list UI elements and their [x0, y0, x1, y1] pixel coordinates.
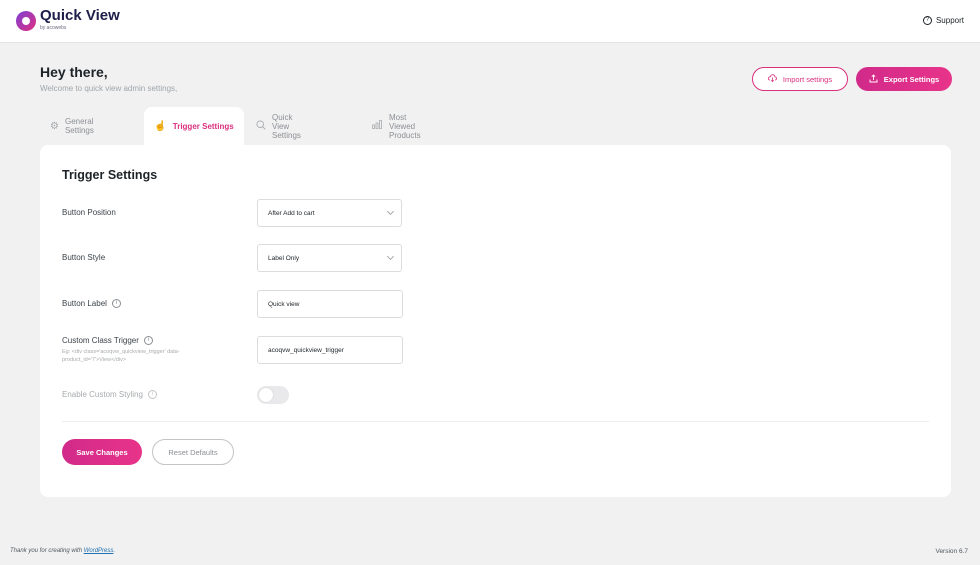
- info-icon[interactable]: i: [147, 390, 157, 399]
- reset-defaults-button[interactable]: Reset Defaults: [152, 439, 234, 465]
- custom-class-trigger-label-text: Custom Class Trigger: [62, 336, 139, 345]
- search-icon: [256, 119, 266, 133]
- tab-trigger-settings[interactable]: ☝ Trigger Settings: [144, 107, 244, 145]
- export-settings-label: Export Settings: [883, 74, 940, 84]
- toggle-knob: [259, 388, 273, 402]
- quick-view-logo-icon: [16, 11, 36, 31]
- bar-chart-icon: [372, 120, 383, 132]
- brand-title: Quick View: [40, 7, 120, 24]
- tab-quick-view-settings[interactable]: Quick View Settings: [256, 107, 301, 145]
- wordpress-link[interactable]: WordPress: [84, 548, 114, 554]
- tab-label: General Settings: [64, 117, 94, 135]
- button-style-label-text: Button Style: [62, 253, 106, 262]
- button-position-label-text: Button Position: [62, 208, 116, 217]
- tab-label: Quick View Settings: [272, 112, 301, 140]
- tab-label: Most Viewed Products: [389, 112, 421, 140]
- page-greeting: Hey there,: [40, 64, 108, 80]
- question-circle-icon: ?: [922, 16, 932, 25]
- footer-credit-prefix: Thank you for creating with: [10, 548, 84, 554]
- cloud-download-icon: [767, 74, 777, 84]
- button-label-label-text: Button Label: [62, 299, 107, 308]
- import-settings-label: Import settings: [782, 74, 833, 84]
- custom-class-trigger-hint: Eg: <div class='acoqvw_quickview_trigger…: [62, 349, 180, 363]
- divider: [62, 421, 929, 422]
- chevron-down-icon: [386, 207, 395, 216]
- chevron-down-icon: [386, 252, 395, 261]
- export-settings-button[interactable]: Export Settings: [856, 67, 952, 91]
- footer-credit: Thank you for creating with WordPress.: [10, 548, 115, 554]
- button-position-value: After Add to cart: [268, 209, 315, 217]
- button-label-value: Quick view: [268, 300, 300, 308]
- page-subtitle: Welcome to quick view admin settings,: [40, 84, 178, 93]
- info-icon[interactable]: i: [111, 299, 121, 308]
- trigger-settings-panel: Trigger Settings Button Position After A…: [40, 145, 951, 497]
- custom-class-trigger-input[interactable]: acoqvw_quickview_trigger: [257, 336, 403, 364]
- button-style-value: Label Only: [268, 254, 300, 262]
- custom-class-trigger-value: acoqvw_quickview_trigger: [268, 346, 344, 354]
- button-label-label: Button Label i: [62, 299, 121, 308]
- tab-general-settings[interactable]: ⚙ General Settings: [50, 107, 94, 145]
- button-style-select[interactable]: Label Only: [257, 244, 402, 272]
- button-position-select[interactable]: After Add to cart: [257, 199, 402, 227]
- enable-custom-styling-toggle[interactable]: [257, 386, 289, 404]
- enable-custom-styling-label-text: Enable Custom Styling: [62, 390, 143, 399]
- brand-subtitle: by acowebs: [40, 25, 67, 31]
- info-icon[interactable]: i: [143, 336, 153, 345]
- save-changes-button[interactable]: Save Changes: [62, 439, 142, 465]
- pointer-hand-icon: ☝: [154, 120, 167, 132]
- enable-custom-styling-label: Enable Custom Styling i: [62, 390, 157, 399]
- support-label: Support: [935, 16, 964, 25]
- version-label: Version 6.7: [935, 548, 968, 555]
- button-label-input[interactable]: Quick view: [257, 290, 403, 318]
- gear-icon: ⚙: [50, 120, 59, 132]
- tab-most-viewed-products[interactable]: Most Viewed Products: [372, 107, 421, 145]
- import-settings-button[interactable]: Import settings: [752, 67, 848, 91]
- footer-credit-suffix: .: [113, 548, 116, 554]
- tab-label: Trigger Settings: [172, 121, 234, 131]
- upload-icon: [869, 73, 878, 85]
- custom-class-trigger-label: Custom Class Trigger i: [62, 336, 153, 345]
- support-link[interactable]: ? Support: [922, 16, 964, 25]
- panel-title: Trigger Settings: [62, 168, 158, 182]
- top-bar: Quick View by acowebs ? Support: [0, 0, 980, 43]
- button-position-label: Button Position: [62, 208, 116, 217]
- button-style-label: Button Style: [62, 253, 105, 262]
